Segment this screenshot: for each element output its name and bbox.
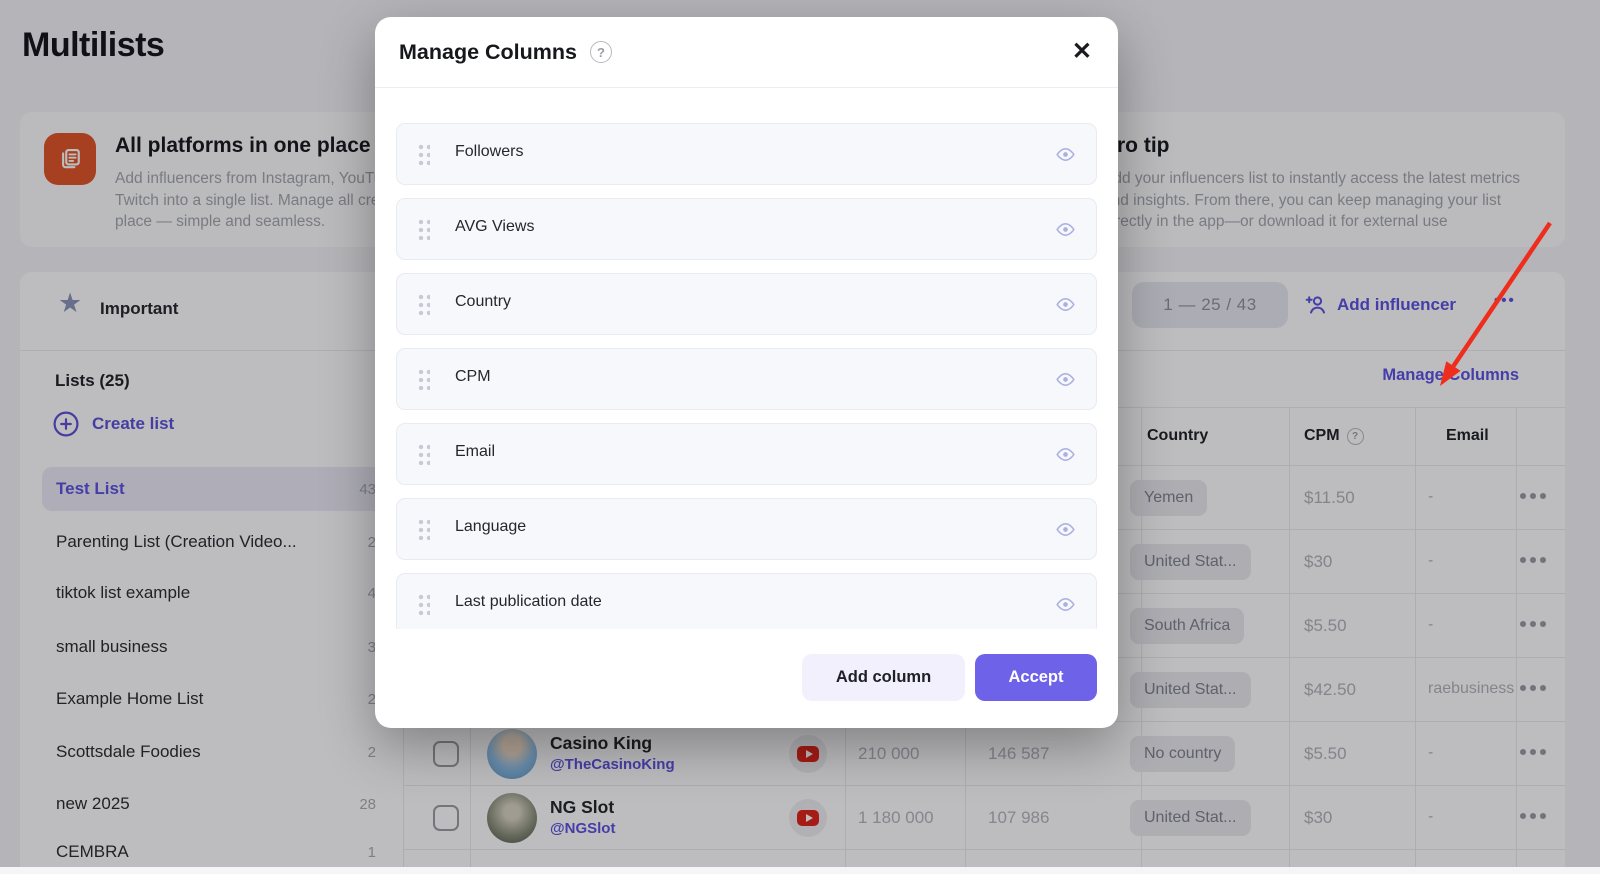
modal-title: Manage Columns [399, 40, 577, 65]
eye-visibility-icon[interactable] [1055, 294, 1076, 320]
eye-visibility-icon[interactable] [1055, 219, 1076, 245]
drag-handle-icon[interactable] [417, 593, 430, 615]
eye-visibility-icon[interactable] [1055, 369, 1076, 395]
close-icon[interactable]: ✕ [1072, 40, 1092, 64]
help-icon[interactable]: ? [590, 41, 612, 63]
drag-handle-icon[interactable] [417, 143, 430, 165]
drag-handle-icon[interactable] [417, 368, 430, 390]
column-row-language[interactable]: Language [396, 498, 1097, 560]
column-label: CPM [455, 368, 491, 386]
drag-handle-icon[interactable] [417, 293, 430, 315]
column-label: Email [455, 443, 495, 461]
add-column-button[interactable]: Add column [802, 654, 965, 701]
drag-handle-icon[interactable] [417, 518, 430, 540]
column-label: Country [455, 293, 511, 311]
drag-handle-icon[interactable] [417, 443, 430, 465]
manage-columns-modal: Manage Columns ? ✕ Followers AVG Views C… [375, 17, 1118, 728]
column-label: Language [455, 518, 526, 536]
column-row-last-publication-date[interactable]: Last publication date [396, 573, 1097, 629]
modal-header: Manage Columns ? ✕ [375, 17, 1118, 88]
column-row-cpm[interactable]: CPM [396, 348, 1097, 410]
eye-visibility-icon[interactable] [1055, 519, 1076, 545]
column-label: Followers [455, 143, 523, 161]
column-row-followers[interactable]: Followers [396, 123, 1097, 185]
columns-list: Followers AVG Views Country CPM [375, 88, 1118, 629]
accept-button[interactable]: Accept [975, 654, 1097, 701]
modal-footer: Add column Accept [802, 654, 1097, 701]
drag-handle-icon[interactable] [417, 218, 430, 240]
column-row-email[interactable]: Email [396, 423, 1097, 485]
eye-visibility-icon[interactable] [1055, 594, 1076, 620]
eye-visibility-icon[interactable] [1055, 444, 1076, 470]
column-row-avg-views[interactable]: AVG Views [396, 198, 1097, 260]
column-label: Last publication date [455, 593, 602, 611]
column-label: AVG Views [455, 218, 534, 236]
eye-visibility-icon[interactable] [1055, 144, 1076, 170]
column-row-country[interactable]: Country [396, 273, 1097, 335]
